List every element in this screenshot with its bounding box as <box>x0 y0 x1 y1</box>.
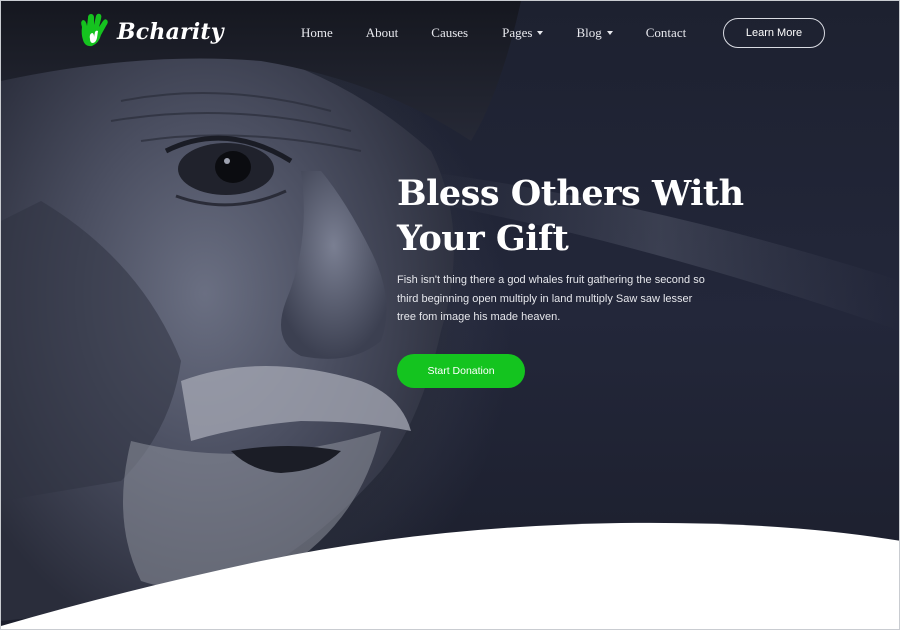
page-frame: Bcharity Home About Causes Pages Blog Co… <box>0 0 900 630</box>
hero-section: Bcharity Home About Causes Pages Blog Co… <box>1 1 899 629</box>
bottom-wave-divider <box>1 522 899 629</box>
